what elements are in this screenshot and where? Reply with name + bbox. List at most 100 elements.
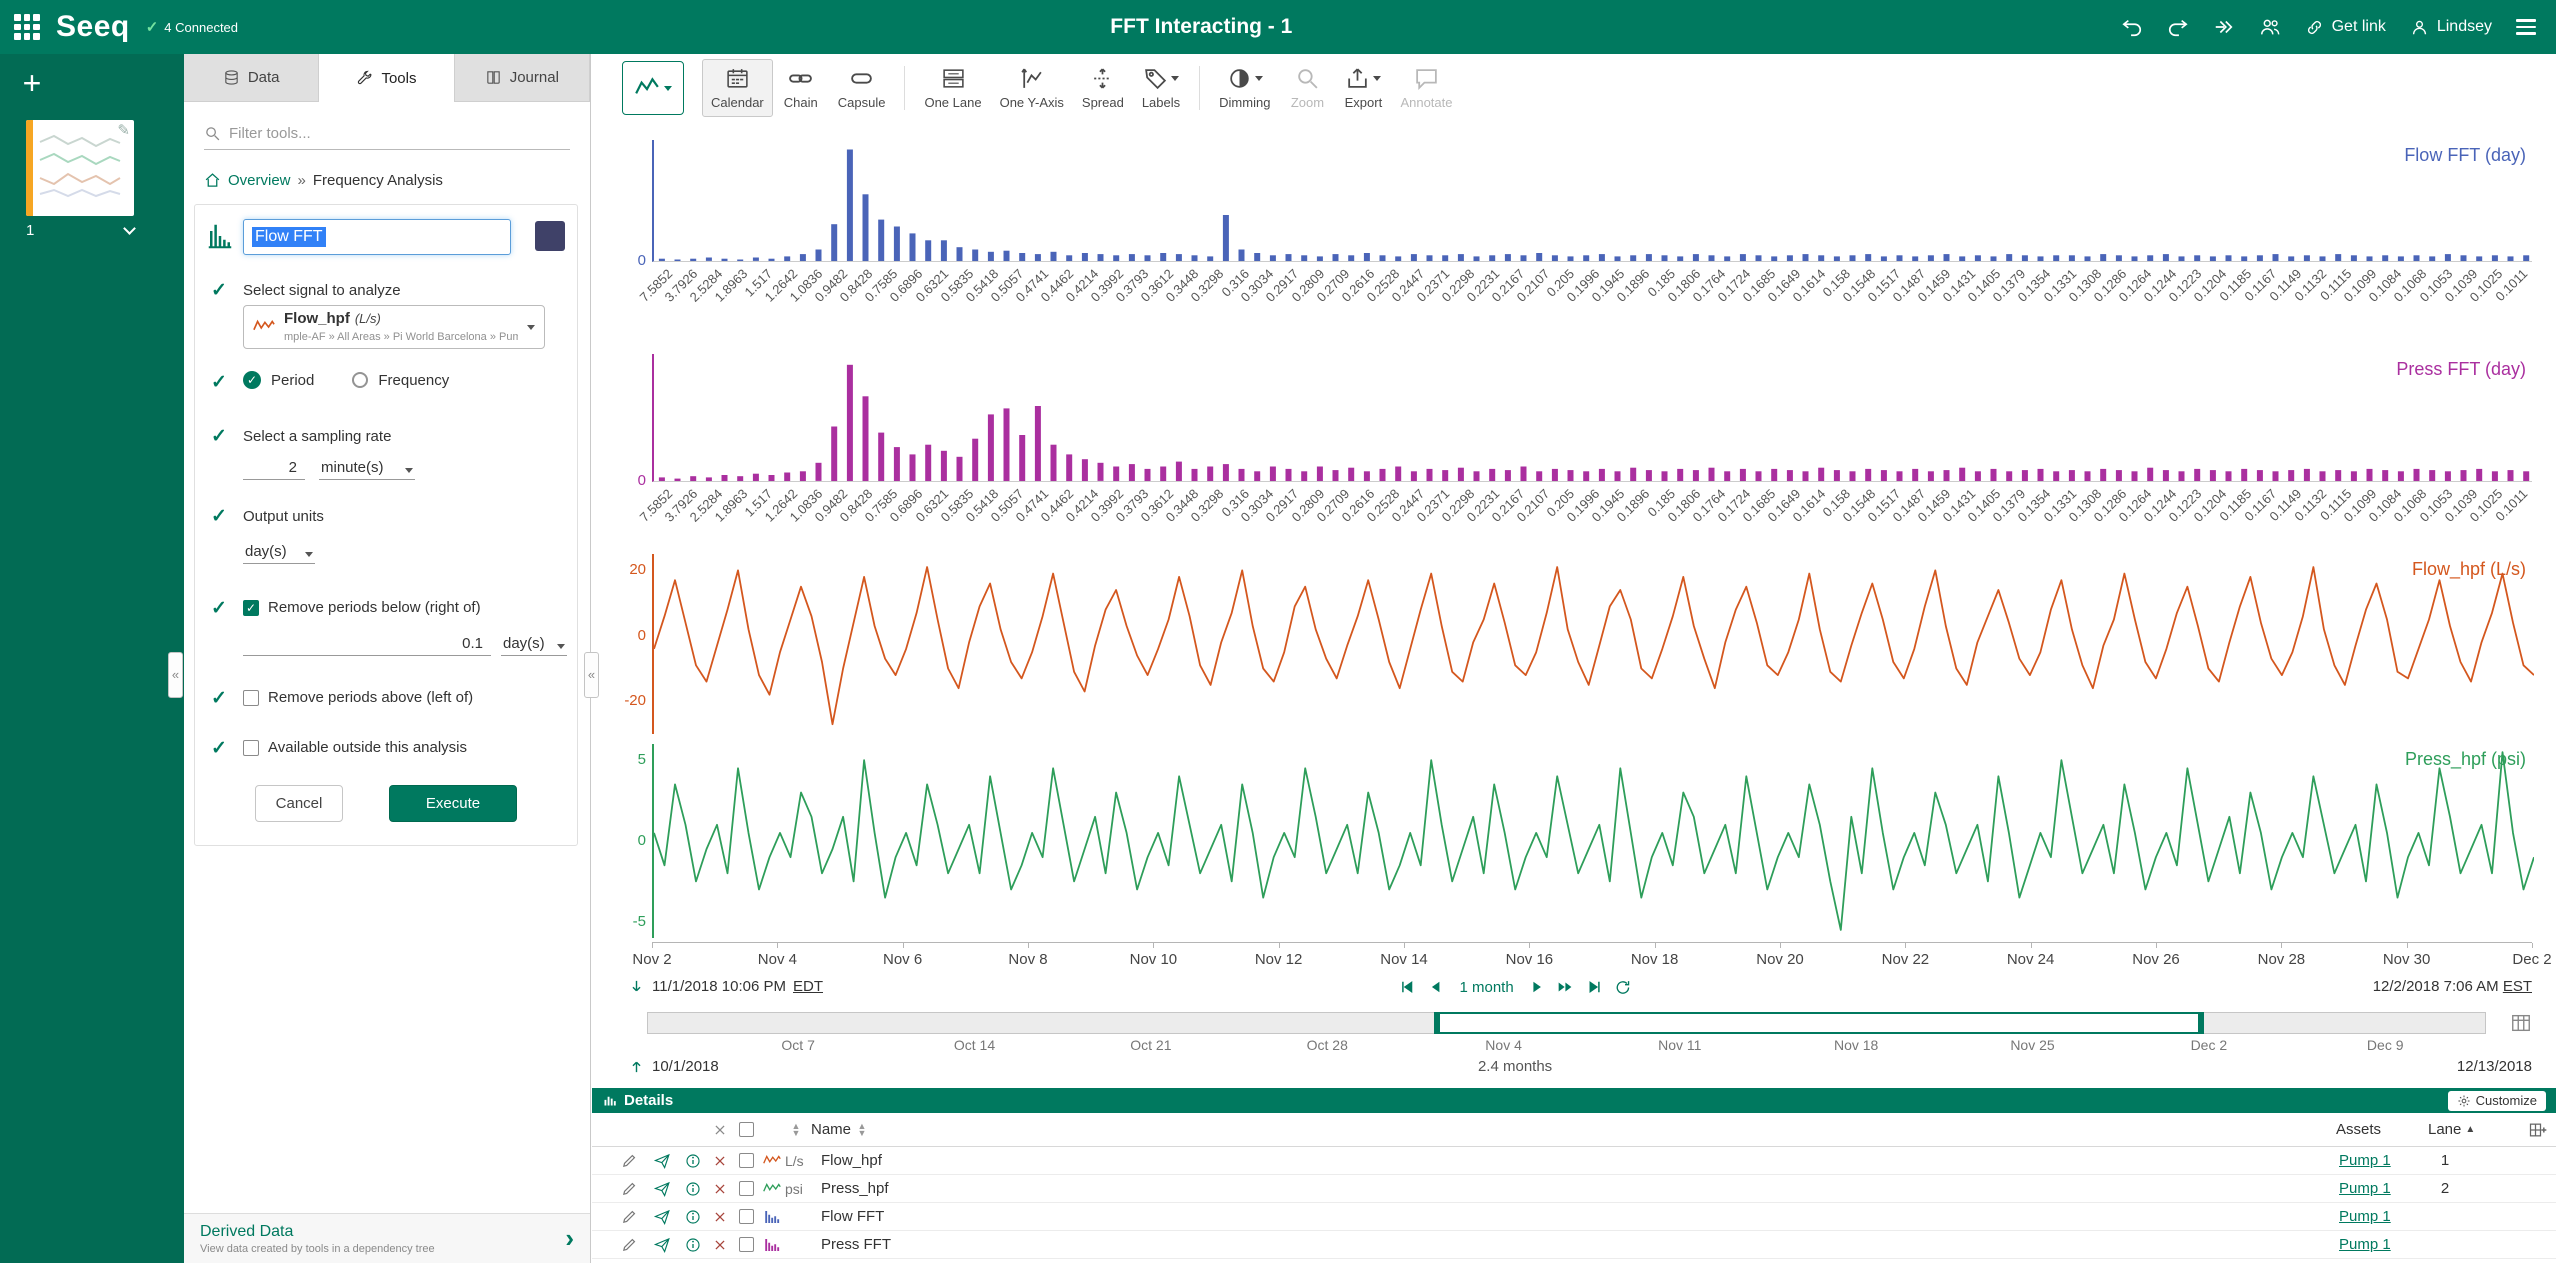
column-lane[interactable]: Lane ▲ xyxy=(2428,1121,2475,1138)
investigate-range-start[interactable]: 10/1/2018 xyxy=(628,1058,719,1075)
row-checkbox[interactable] xyxy=(739,1181,754,1196)
select-all-checkbox[interactable] xyxy=(739,1122,754,1137)
derived-data-footer[interactable]: Derived Data View data created by tools … xyxy=(184,1213,590,1263)
row-send-icon[interactable] xyxy=(646,1152,679,1169)
toolbar-button-chain[interactable]: Chain xyxy=(773,59,829,117)
refresh-icon[interactable] xyxy=(1615,979,1632,996)
collapse-panel-handle[interactable]: « xyxy=(584,652,599,698)
collapse-rail-handle[interactable]: « xyxy=(168,652,183,698)
sort-type-icon[interactable]: ▲▼ xyxy=(785,1123,807,1137)
details-row-press-fft[interactable]: Press FFTPump 1 xyxy=(592,1231,2556,1259)
present-icon[interactable] xyxy=(2213,16,2235,38)
row-remove-icon[interactable] xyxy=(706,1210,733,1224)
row-name[interactable]: Press_hpf xyxy=(821,1180,889,1197)
hamburger-menu-icon[interactable] xyxy=(2516,19,2536,35)
display-range-start[interactable]: 11/1/2018 10:06 PM EDT xyxy=(628,978,823,995)
fast-forward-icon[interactable] xyxy=(1557,978,1575,996)
remove-below-input[interactable]: 0.1 xyxy=(243,629,491,656)
tab-tools[interactable]: Tools xyxy=(319,54,454,102)
row-asset-link[interactable]: Pump 1 xyxy=(2339,1152,2391,1169)
remove-above-checkbox[interactable] xyxy=(243,690,259,706)
row-edit-icon[interactable] xyxy=(612,1208,646,1225)
worksheet-thumbnail[interactable]: ✎ xyxy=(26,120,134,216)
toolbar-button-dimming[interactable]: Dimming xyxy=(1210,59,1279,117)
home-icon[interactable] xyxy=(204,172,221,189)
range-slider-track[interactable] xyxy=(647,1012,2486,1034)
remove-below-checkbox[interactable]: ✓ xyxy=(243,600,259,616)
output-units-select[interactable]: day(s) xyxy=(243,537,315,564)
details-row-flow-hpf[interactable]: L/sFlow_hpfPump 11 xyxy=(592,1147,2556,1175)
remove-below-label[interactable]: Remove periods below (right of) xyxy=(268,599,481,616)
row-checkbox[interactable] xyxy=(739,1209,754,1224)
column-name[interactable]: Name xyxy=(811,1121,851,1138)
row-remove-icon[interactable] xyxy=(706,1238,733,1252)
remove-above-label[interactable]: Remove periods above (left of) xyxy=(268,689,473,706)
row-name[interactable]: Press FFT xyxy=(821,1236,891,1253)
toolbar-button-export[interactable]: Export xyxy=(1335,59,1391,117)
row-remove-icon[interactable] xyxy=(706,1182,733,1196)
row-checkbox[interactable] xyxy=(739,1153,754,1168)
row-send-icon[interactable] xyxy=(646,1208,679,1225)
tab-journal[interactable]: Journal xyxy=(455,54,590,101)
row-asset-link[interactable]: Pump 1 xyxy=(2339,1208,2391,1225)
details-row-flow-fft[interactable]: Flow FFT Pump 1 xyxy=(592,1203,2556,1231)
radio-frequency-label[interactable]: Frequency xyxy=(378,372,449,389)
app-grid-icon[interactable] xyxy=(14,14,40,40)
remove-below-units-select[interactable]: day(s) xyxy=(501,629,567,656)
time-axis[interactable]: Nov 2Nov 4Nov 6Nov 8Nov 10Nov 12Nov 14No… xyxy=(652,942,2532,976)
skip-end-icon[interactable] xyxy=(1586,978,1604,996)
radio-frequency[interactable] xyxy=(352,372,368,388)
row-send-icon[interactable] xyxy=(646,1180,679,1197)
toolbar-button-calendar[interactable]: Calendar xyxy=(702,59,773,117)
row-edit-icon[interactable] xyxy=(612,1180,646,1197)
edit-worksheet-icon[interactable]: ✎ xyxy=(117,121,130,139)
breadcrumb-overview-link[interactable]: Overview xyxy=(228,172,291,189)
sampling-units-select[interactable]: minute(s) xyxy=(319,453,415,480)
radio-period-label[interactable]: Period xyxy=(271,372,314,389)
collapse-worksheets-icon[interactable] xyxy=(123,222,136,235)
display-range-end[interactable]: 12/2/2018 7:06 AM EST xyxy=(2373,978,2532,995)
redo-icon[interactable] xyxy=(2167,16,2189,38)
range-selection-window[interactable] xyxy=(1434,1012,2204,1034)
bulk-remove-icon[interactable] xyxy=(706,1123,733,1137)
row-info-icon[interactable] xyxy=(679,1153,706,1169)
display-range-end-tz[interactable]: EST xyxy=(2503,978,2532,995)
sort-name-icon[interactable]: ▲▼ xyxy=(851,1123,873,1137)
row-info-icon[interactable] xyxy=(679,1181,706,1197)
add-column-icon[interactable] xyxy=(2528,1120,2548,1140)
investigate-range-end[interactable]: 12/13/2018 xyxy=(2457,1058,2532,1075)
press-hpf-lane[interactable]: Press_hpf (psi) 50-5 xyxy=(652,744,2532,938)
toolbar-button-capsule[interactable]: Capsule xyxy=(829,59,895,117)
cancel-button[interactable]: Cancel xyxy=(255,785,343,822)
signal-select[interactable]: Flow_hpf (L/s) mple-AF » All Areas » Pi … xyxy=(243,305,545,349)
toolbar-button-one-lane[interactable]: One Lane xyxy=(915,59,990,117)
toolbar-button-spread[interactable]: Spread xyxy=(1073,59,1133,117)
row-name[interactable]: Flow FFT xyxy=(821,1208,884,1225)
color-swatch-button[interactable] xyxy=(535,221,565,251)
range-options-icon[interactable] xyxy=(2510,1012,2532,1034)
row-info-icon[interactable] xyxy=(679,1237,706,1253)
customize-button[interactable]: Customize xyxy=(2448,1091,2546,1111)
row-name[interactable]: Flow_hpf xyxy=(821,1152,882,1169)
collaborators-icon[interactable] xyxy=(2259,16,2281,38)
toolbar-button-labels[interactable]: Labels xyxy=(1133,59,1189,117)
toolbar-button-one-y-axis[interactable]: One Y-Axis xyxy=(991,59,1073,117)
flow-hpf-lane[interactable]: Flow_hpf (L/s) 200-20 xyxy=(652,554,2532,734)
step-back-icon[interactable] xyxy=(1427,978,1445,996)
row-edit-icon[interactable] xyxy=(612,1236,646,1253)
row-remove-icon[interactable] xyxy=(706,1154,733,1168)
flow-fft-lane[interactable]: Flow FFT (day) 0 xyxy=(652,140,2532,262)
skip-start-icon[interactable] xyxy=(1398,978,1416,996)
seeq-logo[interactable]: Seeq xyxy=(56,10,130,44)
row-send-icon[interactable] xyxy=(646,1236,679,1253)
sampling-rate-input[interactable]: 2 xyxy=(243,453,305,480)
radio-period[interactable]: ✓ xyxy=(243,371,261,389)
available-outside-label[interactable]: Available outside this analysis xyxy=(268,739,467,756)
details-row-press-hpf[interactable]: psiPress_hpfPump 12 xyxy=(592,1175,2556,1203)
tab-data[interactable]: Data xyxy=(184,54,319,101)
press-fft-lane[interactable]: Press FFT (day) 0 xyxy=(652,354,2532,482)
column-assets[interactable]: Assets xyxy=(2336,1121,2381,1138)
duration-button[interactable]: 1 month xyxy=(1459,979,1513,996)
filter-tools-input[interactable] xyxy=(229,125,570,142)
display-range-start-tz[interactable]: EDT xyxy=(793,978,823,995)
